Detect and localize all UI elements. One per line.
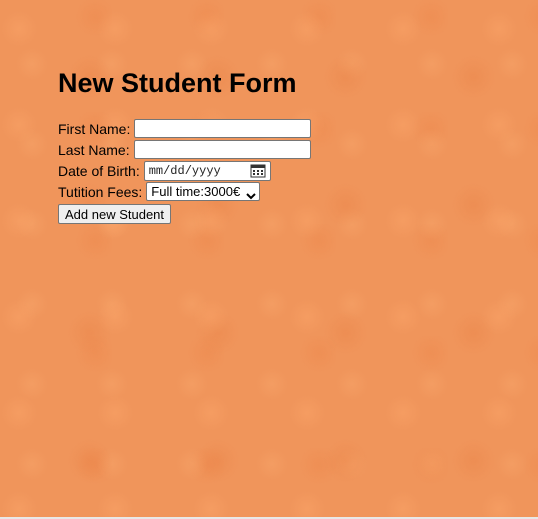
new-student-form: New Student Form First Name: Last Name: … xyxy=(58,66,312,224)
date-of-birth-input[interactable]: mm/dd/yyyy xyxy=(143,160,271,181)
first-name-row: First Name: xyxy=(58,118,312,139)
tuition-fees-selected: Full time:3000€ xyxy=(151,183,241,199)
last-name-label: Last Name: xyxy=(58,141,130,158)
calendar-icon[interactable] xyxy=(250,164,266,178)
chevron-down-icon xyxy=(246,188,256,200)
add-new-student-button[interactable]: Add new Student xyxy=(58,204,172,224)
date-of-birth-row: Date of Birth: mm/dd/yyyy xyxy=(58,160,311,181)
date-of-birth-label: Date of Birth: xyxy=(58,162,140,179)
first-name-label: First Name: xyxy=(58,120,131,137)
date-placeholder: mm/dd/yyyy xyxy=(148,163,221,178)
first-name-input[interactable] xyxy=(134,119,312,138)
page-title: New Student Form xyxy=(58,68,297,98)
tuition-fees-label: Tutition Fees: xyxy=(58,183,143,200)
form-fields: First Name: Last Name: Date of Birth: mm… xyxy=(58,118,312,224)
tuition-fees-row: Tutition Fees: Full time:3000€ xyxy=(58,181,311,202)
last-name-input[interactable] xyxy=(133,140,311,159)
tuition-fees-select[interactable]: Full time:3000€ xyxy=(146,182,261,201)
last-name-row: Last Name: xyxy=(58,139,311,160)
